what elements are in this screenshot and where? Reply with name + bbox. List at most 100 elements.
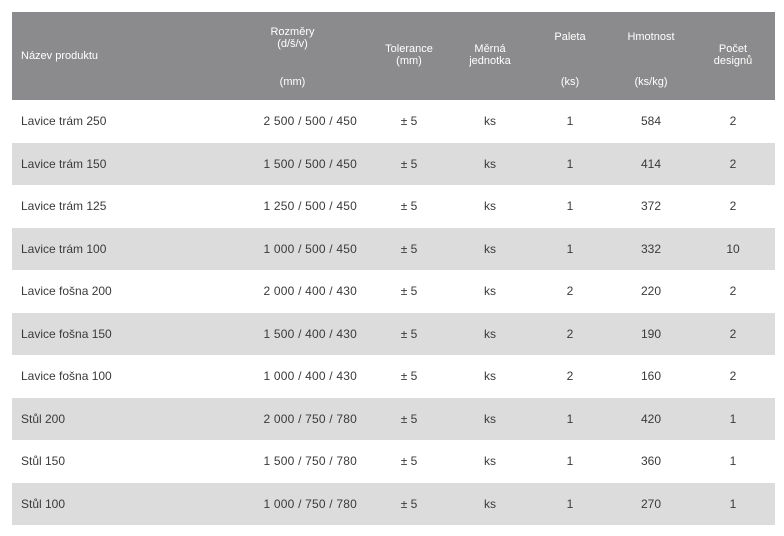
cell-unit: ks [484,496,496,511]
cell-name: Lavice fošna 200 [21,284,112,299]
cell-tolerance: ± 5 [400,496,418,511]
table-row: Stůl 200 2 000 / 750 / 780 ± 5 ks 1 420 … [12,397,775,440]
cell-pallet: 1 [566,411,574,426]
cell-designs: 2 [729,114,737,129]
cell-dimensions: 1 500 / 750 / 780 [263,454,357,469]
cell-pallet: 1 [566,114,574,129]
cell-designs: 1 [729,411,737,426]
cell-designs: 2 [729,326,737,341]
cell-dimensions: 1 250 / 500 / 450 [263,199,357,214]
table-row: Lavice fošna 150 1 500 / 400 / 430 ± 5 k… [12,312,775,355]
cell-designs: 2 [729,156,737,171]
header-pallet: Paleta (ks) [529,12,611,100]
cell-tolerance: ± 5 [400,454,418,469]
table-row: Stůl 100 1 000 / 750 / 780 ± 5 ks 1 270 … [12,482,775,525]
cell-dimensions: 1 000 / 750 / 780 [263,496,357,511]
table-row: Lavice fošna 100 1 000 / 400 / 430 ± 5 k… [12,355,775,398]
table-body: Lavice trám 250 2 500 / 500 / 450 ± 5 ks… [12,100,775,525]
cell-designs: 1 [729,454,737,469]
cell-pallet: 1 [566,199,574,214]
cell-unit: ks [484,156,496,171]
cell-name: Lavice trám 150 [21,156,107,171]
cell-weight: 584 [640,114,662,129]
cell-tolerance: ± 5 [400,284,418,299]
header-name-label: Název produktu [21,50,99,62]
cell-weight: 190 [640,326,662,341]
header-dimensions: Rozměry (d/š/v) (mm) [218,12,367,100]
cell-weight: 220 [640,284,662,299]
header-dimensions-sub: (d/š/v) [277,38,308,50]
header-row: Název produktu Rozměry (d/š/v) (mm) Tole… [12,12,775,100]
cell-weight: 414 [640,156,662,171]
header-dimensions-unit: (mm) [279,76,306,88]
cell-unit: ks [484,114,496,129]
cell-unit: ks [484,284,496,299]
cell-designs: 2 [729,369,737,384]
header-designs-sub: designů [713,55,753,67]
cell-dimensions: 2 500 / 500 / 450 [263,114,357,129]
header-tolerance-label: Tolerance [385,43,433,55]
cell-weight: 360 [640,454,662,469]
header-tolerance: Tolerance (mm) [367,12,451,100]
cell-unit: ks [484,411,496,426]
cell-pallet: 2 [566,284,574,299]
cell-pallet: 1 [566,156,574,171]
header-designs-label: Počet [718,43,748,55]
table-row: Stůl 150 1 500 / 750 / 780 ± 5 ks 1 360 … [12,440,775,483]
cell-designs: 1 [729,496,737,511]
cell-tolerance: ± 5 [400,369,418,384]
cell-weight: 160 [640,369,662,384]
cell-designs: 10 [726,241,740,256]
header-name: Název produktu [12,12,218,100]
header-tolerance-unit: (mm) [396,55,422,67]
cell-tolerance: ± 5 [400,241,418,256]
table-row: Lavice fošna 200 2 000 / 400 / 430 ± 5 k… [12,270,775,313]
cell-dimensions: 1 500 / 400 / 430 [263,326,357,341]
cell-unit: ks [484,326,496,341]
page: Název produktu Rozměry (d/š/v) (mm) Tole… [0,0,784,536]
cell-weight: 372 [640,199,662,214]
cell-name: Lavice trám 125 [21,199,107,214]
cell-name: Stůl 200 [21,411,66,426]
cell-name: Stůl 100 [21,496,66,511]
table-row: Lavice trám 125 1 250 / 500 / 450 ± 5 ks… [12,185,775,228]
cell-tolerance: ± 5 [400,156,418,171]
cell-weight: 420 [640,411,662,426]
cell-unit: ks [484,454,496,469]
cell-pallet: 1 [566,496,574,511]
table-row: Lavice trám 250 2 500 / 500 / 450 ± 5 ks… [12,100,775,143]
cell-unit: ks [484,241,496,256]
cell-pallet: 2 [566,369,574,384]
table-header: Název produktu Rozměry (d/š/v) (mm) Tole… [12,12,775,100]
cell-unit: ks [484,369,496,384]
cell-designs: 2 [729,284,737,299]
cell-dimensions: 1 000 / 500 / 450 [263,241,357,256]
header-designs: Počet designů [691,12,775,100]
cell-dimensions: 2 000 / 400 / 430 [263,284,357,299]
cell-tolerance: ± 5 [400,199,418,214]
cell-name: Lavice trám 100 [21,241,107,256]
cell-unit: ks [484,199,496,214]
header-weight-unit: (ks/kg) [634,76,668,88]
cell-dimensions: 2 000 / 750 / 780 [263,411,357,426]
cell-name: Lavice fošna 100 [21,369,112,384]
header-pallet-unit: (ks) [560,76,580,88]
header-pallet-label: Paleta [554,31,586,43]
cell-dimensions: 1 500 / 500 / 450 [263,156,357,171]
header-unit-label: Měrná [474,43,506,55]
cell-dimensions: 1 000 / 400 / 430 [263,369,357,384]
cell-pallet: 2 [566,326,574,341]
header-dimensions-label: Rozměry [270,26,315,38]
cell-tolerance: ± 5 [400,114,418,129]
cell-weight: 332 [640,241,662,256]
cell-designs: 2 [729,199,737,214]
header-weight-label: Hmotnost [627,31,675,43]
header-unit: Měrná jednotka [451,12,529,100]
product-table: Název produktu Rozměry (d/š/v) (mm) Tole… [12,12,775,525]
table-row: Lavice trám 150 1 500 / 500 / 450 ± 5 ks… [12,142,775,185]
header-unit-sub: jednotka [469,55,511,67]
cell-tolerance: ± 5 [400,326,418,341]
header-weight: Hmotnost (ks/kg) [611,12,691,100]
cell-tolerance: ± 5 [400,411,418,426]
cell-name: Lavice trám 250 [21,114,107,129]
